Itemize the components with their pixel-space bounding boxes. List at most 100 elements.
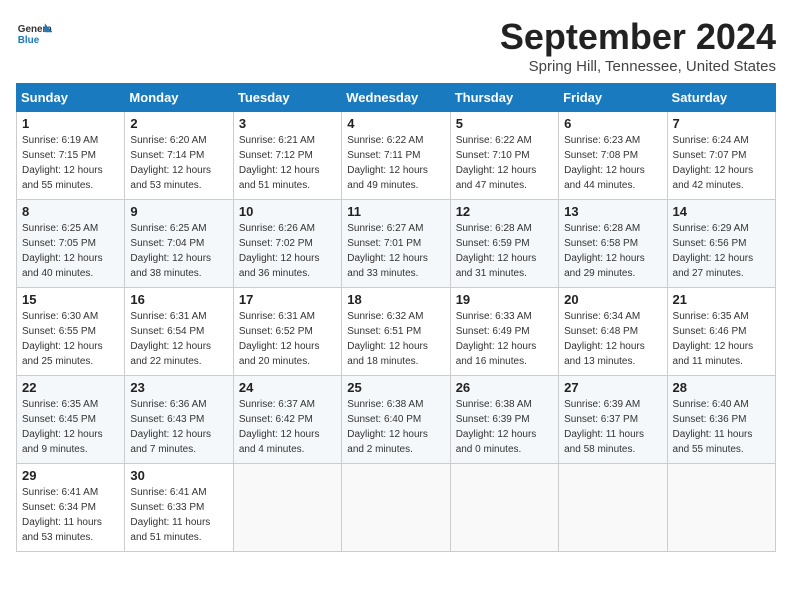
day-number: 26: [456, 380, 553, 395]
calendar-cell: 16 Sunrise: 6:31 AMSunset: 6:54 PMDaylig…: [125, 288, 233, 376]
day-info: Sunrise: 6:38 AMSunset: 6:40 PMDaylight:…: [347, 397, 444, 457]
day-info: Sunrise: 6:23 AMSunset: 7:08 PMDaylight:…: [564, 133, 661, 193]
calendar-cell: 15 Sunrise: 6:30 AMSunset: 6:55 PMDaylig…: [17, 288, 125, 376]
day-info: Sunrise: 6:22 AMSunset: 7:10 PMDaylight:…: [456, 133, 553, 193]
calendar-cell: 18 Sunrise: 6:32 AMSunset: 6:51 PMDaylig…: [342, 288, 450, 376]
day-info: Sunrise: 6:37 AMSunset: 6:42 PMDaylight:…: [239, 397, 336, 457]
day-number: 24: [239, 380, 336, 395]
day-number: 4: [347, 116, 444, 131]
day-info: Sunrise: 6:25 AMSunset: 7:04 PMDaylight:…: [130, 221, 227, 281]
day-number: 11: [347, 204, 444, 219]
calendar-cell: 4 Sunrise: 6:22 AMSunset: 7:11 PMDayligh…: [342, 112, 450, 200]
day-number: 28: [673, 380, 770, 395]
week-row-5: 29 Sunrise: 6:41 AMSunset: 6:34 PMDaylig…: [17, 464, 776, 552]
day-info: Sunrise: 6:27 AMSunset: 7:01 PMDaylight:…: [347, 221, 444, 281]
day-number: 29: [22, 468, 119, 483]
calendar-cell: [342, 464, 450, 552]
weekday-header-friday: Friday: [559, 84, 667, 112]
calendar-cell: 17 Sunrise: 6:31 AMSunset: 6:52 PMDaylig…: [233, 288, 341, 376]
day-number: 19: [456, 292, 553, 307]
day-number: 2: [130, 116, 227, 131]
calendar-cell: 1 Sunrise: 6:19 AMSunset: 7:15 PMDayligh…: [17, 112, 125, 200]
calendar-cell: 7 Sunrise: 6:24 AMSunset: 7:07 PMDayligh…: [667, 112, 775, 200]
day-number: 8: [22, 204, 119, 219]
day-info: Sunrise: 6:28 AMSunset: 6:59 PMDaylight:…: [456, 221, 553, 281]
logo-icon: General Blue: [16, 16, 52, 52]
calendar-cell: 22 Sunrise: 6:35 AMSunset: 6:45 PMDaylig…: [17, 376, 125, 464]
calendar-cell: 11 Sunrise: 6:27 AMSunset: 7:01 PMDaylig…: [342, 200, 450, 288]
day-number: 30: [130, 468, 227, 483]
weekday-header-thursday: Thursday: [450, 84, 558, 112]
calendar-cell: 24 Sunrise: 6:37 AMSunset: 6:42 PMDaylig…: [233, 376, 341, 464]
day-number: 22: [22, 380, 119, 395]
day-number: 6: [564, 116, 661, 131]
calendar-cell: 21 Sunrise: 6:35 AMSunset: 6:46 PMDaylig…: [667, 288, 775, 376]
calendar-title: September 2024: [500, 16, 776, 58]
day-info: Sunrise: 6:36 AMSunset: 6:43 PMDaylight:…: [130, 397, 227, 457]
calendar-cell: 10 Sunrise: 6:26 AMSunset: 7:02 PMDaylig…: [233, 200, 341, 288]
svg-text:Blue: Blue: [18, 35, 40, 46]
calendar-cell: 9 Sunrise: 6:25 AMSunset: 7:04 PMDayligh…: [125, 200, 233, 288]
calendar-cell: [233, 464, 341, 552]
calendar-cell: 26 Sunrise: 6:38 AMSunset: 6:39 PMDaylig…: [450, 376, 558, 464]
day-number: 9: [130, 204, 227, 219]
week-row-1: 1 Sunrise: 6:19 AMSunset: 7:15 PMDayligh…: [17, 112, 776, 200]
calendar-cell: 20 Sunrise: 6:34 AMSunset: 6:48 PMDaylig…: [559, 288, 667, 376]
calendar-cell: 29 Sunrise: 6:41 AMSunset: 6:34 PMDaylig…: [17, 464, 125, 552]
calendar-subtitle: Spring Hill, Tennessee, United States: [500, 58, 776, 75]
week-row-2: 8 Sunrise: 6:25 AMSunset: 7:05 PMDayligh…: [17, 200, 776, 288]
day-info: Sunrise: 6:41 AMSunset: 6:34 PMDaylight:…: [22, 485, 119, 545]
day-number: 3: [239, 116, 336, 131]
day-number: 10: [239, 204, 336, 219]
day-info: Sunrise: 6:26 AMSunset: 7:02 PMDaylight:…: [239, 221, 336, 281]
day-number: 20: [564, 292, 661, 307]
calendar-table: SundayMondayTuesdayWednesdayThursdayFrid…: [16, 83, 776, 552]
day-info: Sunrise: 6:29 AMSunset: 6:56 PMDaylight:…: [673, 221, 770, 281]
calendar-cell: 23 Sunrise: 6:36 AMSunset: 6:43 PMDaylig…: [125, 376, 233, 464]
calendar-cell: 8 Sunrise: 6:25 AMSunset: 7:05 PMDayligh…: [17, 200, 125, 288]
calendar-cell: [667, 464, 775, 552]
day-info: Sunrise: 6:33 AMSunset: 6:49 PMDaylight:…: [456, 309, 553, 369]
day-info: Sunrise: 6:34 AMSunset: 6:48 PMDaylight:…: [564, 309, 661, 369]
calendar-cell: [559, 464, 667, 552]
day-number: 25: [347, 380, 444, 395]
day-info: Sunrise: 6:21 AMSunset: 7:12 PMDaylight:…: [239, 133, 336, 193]
calendar-cell: 28 Sunrise: 6:40 AMSunset: 6:36 PMDaylig…: [667, 376, 775, 464]
day-number: 1: [22, 116, 119, 131]
calendar-cell: 6 Sunrise: 6:23 AMSunset: 7:08 PMDayligh…: [559, 112, 667, 200]
logo: General Blue: [16, 16, 52, 52]
weekday-header-monday: Monday: [125, 84, 233, 112]
calendar-cell: [450, 464, 558, 552]
calendar-cell: 12 Sunrise: 6:28 AMSunset: 6:59 PMDaylig…: [450, 200, 558, 288]
week-row-4: 22 Sunrise: 6:35 AMSunset: 6:45 PMDaylig…: [17, 376, 776, 464]
calendar-cell: 27 Sunrise: 6:39 AMSunset: 6:37 PMDaylig…: [559, 376, 667, 464]
day-number: 7: [673, 116, 770, 131]
day-info: Sunrise: 6:32 AMSunset: 6:51 PMDaylight:…: [347, 309, 444, 369]
week-row-3: 15 Sunrise: 6:30 AMSunset: 6:55 PMDaylig…: [17, 288, 776, 376]
day-number: 18: [347, 292, 444, 307]
weekday-header-saturday: Saturday: [667, 84, 775, 112]
calendar-cell: 2 Sunrise: 6:20 AMSunset: 7:14 PMDayligh…: [125, 112, 233, 200]
day-info: Sunrise: 6:25 AMSunset: 7:05 PMDaylight:…: [22, 221, 119, 281]
day-number: 14: [673, 204, 770, 219]
day-number: 13: [564, 204, 661, 219]
day-info: Sunrise: 6:35 AMSunset: 6:45 PMDaylight:…: [22, 397, 119, 457]
day-info: Sunrise: 6:31 AMSunset: 6:52 PMDaylight:…: [239, 309, 336, 369]
day-number: 12: [456, 204, 553, 219]
calendar-cell: 3 Sunrise: 6:21 AMSunset: 7:12 PMDayligh…: [233, 112, 341, 200]
day-number: 16: [130, 292, 227, 307]
title-block: September 2024 Spring Hill, Tennessee, U…: [500, 16, 776, 75]
day-number: 21: [673, 292, 770, 307]
day-info: Sunrise: 6:39 AMSunset: 6:37 PMDaylight:…: [564, 397, 661, 457]
calendar-cell: 14 Sunrise: 6:29 AMSunset: 6:56 PMDaylig…: [667, 200, 775, 288]
calendar-cell: 25 Sunrise: 6:38 AMSunset: 6:40 PMDaylig…: [342, 376, 450, 464]
weekday-header-tuesday: Tuesday: [233, 84, 341, 112]
day-info: Sunrise: 6:22 AMSunset: 7:11 PMDaylight:…: [347, 133, 444, 193]
calendar-cell: 5 Sunrise: 6:22 AMSunset: 7:10 PMDayligh…: [450, 112, 558, 200]
day-number: 27: [564, 380, 661, 395]
weekday-header-row: SundayMondayTuesdayWednesdayThursdayFrid…: [17, 84, 776, 112]
calendar-cell: 13 Sunrise: 6:28 AMSunset: 6:58 PMDaylig…: [559, 200, 667, 288]
day-info: Sunrise: 6:35 AMSunset: 6:46 PMDaylight:…: [673, 309, 770, 369]
calendar-cell: 30 Sunrise: 6:41 AMSunset: 6:33 PMDaylig…: [125, 464, 233, 552]
day-info: Sunrise: 6:38 AMSunset: 6:39 PMDaylight:…: [456, 397, 553, 457]
